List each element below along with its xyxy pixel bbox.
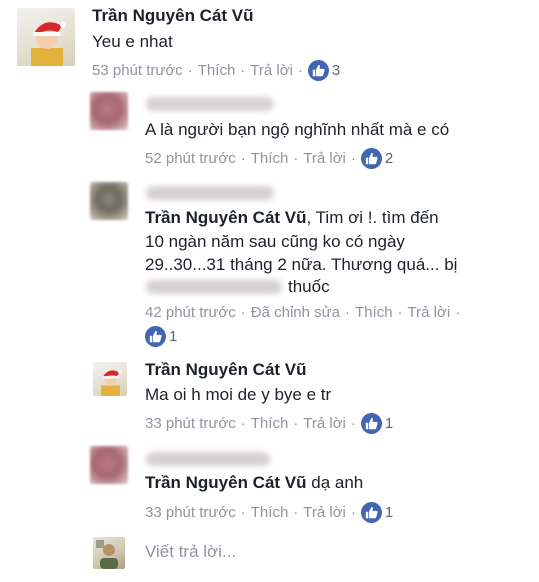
child-santa-hat-icon bbox=[31, 22, 66, 66]
reaction-row: 1 bbox=[145, 326, 177, 347]
like-link[interactable]: Thích bbox=[251, 150, 289, 167]
reaction-count[interactable]: 1 bbox=[385, 415, 393, 432]
thumbs-up-icon[interactable] bbox=[360, 413, 382, 434]
comment-author[interactable]: Trần Nguyên Cát Vũ bbox=[145, 473, 307, 492]
like-link[interactable]: Thích bbox=[198, 62, 236, 79]
avatar[interactable] bbox=[90, 182, 128, 220]
separator: · bbox=[187, 62, 193, 79]
child-santa-hat-icon bbox=[101, 370, 122, 396]
comment-time[interactable]: 42 phút trước bbox=[145, 304, 236, 321]
comment-meta: 42 phút trước · Đã chỉnh sửa · Thích · T… bbox=[145, 304, 465, 321]
avatar[interactable] bbox=[90, 446, 128, 484]
reply-link[interactable]: Trả lời bbox=[303, 415, 346, 432]
separator: · bbox=[350, 504, 356, 521]
comment-author[interactable]: Trần Nguyên Cát Vũ bbox=[92, 6, 254, 26]
reply-link[interactable]: Trả lời bbox=[303, 504, 346, 521]
mention-redacted bbox=[146, 280, 282, 294]
reaction-count[interactable]: 1 bbox=[169, 328, 177, 345]
comment-meta: 33 phút trước · Thích · Trả lời · 1 bbox=[145, 502, 393, 523]
comment-author[interactable]: Trần Nguyên Cát Vũ bbox=[145, 208, 307, 227]
like-link[interactable]: Thích bbox=[355, 304, 393, 321]
author-name-redacted bbox=[146, 452, 270, 466]
comment-first-line: Trần Nguyên Cát Vũ dạ anh bbox=[145, 471, 363, 495]
comment-meta: 52 phút trước · Thích · Trả lời · 2 bbox=[145, 148, 393, 169]
separator: · bbox=[240, 304, 246, 321]
avatar[interactable] bbox=[93, 362, 127, 396]
separator: · bbox=[240, 415, 246, 432]
author-name-redacted bbox=[146, 186, 274, 200]
separator: · bbox=[240, 62, 246, 79]
reply-input[interactable]: Viết trả lời... bbox=[145, 542, 236, 562]
comment-text-line: 29..30...31 tháng 2 nữa. Thương quá... b… bbox=[145, 255, 458, 274]
edited-link[interactable]: Đã chỉnh sửa bbox=[251, 304, 340, 321]
comment-text: Tim ơi !. tìm đến bbox=[315, 208, 439, 227]
reply-link[interactable]: Trả lời bbox=[408, 304, 451, 321]
separator: · bbox=[397, 304, 403, 321]
comment-meta: 33 phút trước · Thích · Trả lời · 1 bbox=[145, 413, 393, 434]
avatar[interactable] bbox=[17, 8, 75, 66]
thumbs-up-icon[interactable] bbox=[145, 326, 166, 347]
comment-text: dạ anh bbox=[311, 473, 364, 492]
separator: · bbox=[345, 304, 351, 321]
thumbs-up-icon[interactable] bbox=[360, 148, 382, 169]
like-link[interactable]: Thích bbox=[251, 415, 289, 432]
reaction-count[interactable]: 1 bbox=[385, 504, 393, 521]
author-name-redacted bbox=[146, 97, 274, 111]
comment-text: Ma oi h moi de y bye e tr bbox=[145, 385, 332, 404]
user-photo-icon bbox=[96, 540, 118, 569]
comment-meta: 53 phút trước · Thích · Trả lời · 3 bbox=[92, 60, 340, 81]
thumbs-up-icon[interactable] bbox=[307, 60, 329, 81]
reply-link[interactable]: Trả lời bbox=[303, 150, 346, 167]
comment-text-line: 10 ngàn năm sau cũng ko có ngày bbox=[145, 232, 405, 251]
separator: · bbox=[240, 504, 246, 521]
thumbs-up-icon[interactable] bbox=[360, 502, 382, 523]
reaction-count[interactable]: 3 bbox=[332, 62, 340, 79]
comment-time[interactable]: 52 phút trước bbox=[145, 150, 236, 167]
comment-text-line: thuốc bbox=[288, 277, 330, 296]
comment-author[interactable]: Trần Nguyên Cát Vũ bbox=[145, 360, 307, 380]
avatar[interactable] bbox=[90, 92, 128, 130]
comment-text: Yeu e nhat bbox=[92, 32, 173, 51]
comment-time[interactable]: 53 phút trước bbox=[92, 62, 183, 79]
comment-first-line: Trần Nguyên Cát Vũ, Tim ơi !. tìm đến bbox=[145, 208, 439, 227]
avatar bbox=[93, 537, 125, 569]
separator: · bbox=[293, 504, 299, 521]
reply-link[interactable]: Trả lời bbox=[250, 62, 293, 79]
like-link[interactable]: Thích bbox=[251, 504, 289, 521]
separator: · bbox=[455, 304, 461, 321]
separator: · bbox=[297, 62, 303, 79]
separator: · bbox=[293, 150, 299, 167]
separator: · bbox=[240, 150, 246, 167]
separator: · bbox=[293, 415, 299, 432]
comment-text: A là người bạn ngộ nghĩnh nhất mà e có bbox=[145, 120, 450, 139]
reaction-count[interactable]: 2 bbox=[385, 150, 393, 167]
comment-time[interactable]: 33 phút trước bbox=[145, 504, 236, 521]
separator: · bbox=[350, 150, 356, 167]
separator: · bbox=[350, 415, 356, 432]
comment-time[interactable]: 33 phút trước bbox=[145, 415, 236, 432]
